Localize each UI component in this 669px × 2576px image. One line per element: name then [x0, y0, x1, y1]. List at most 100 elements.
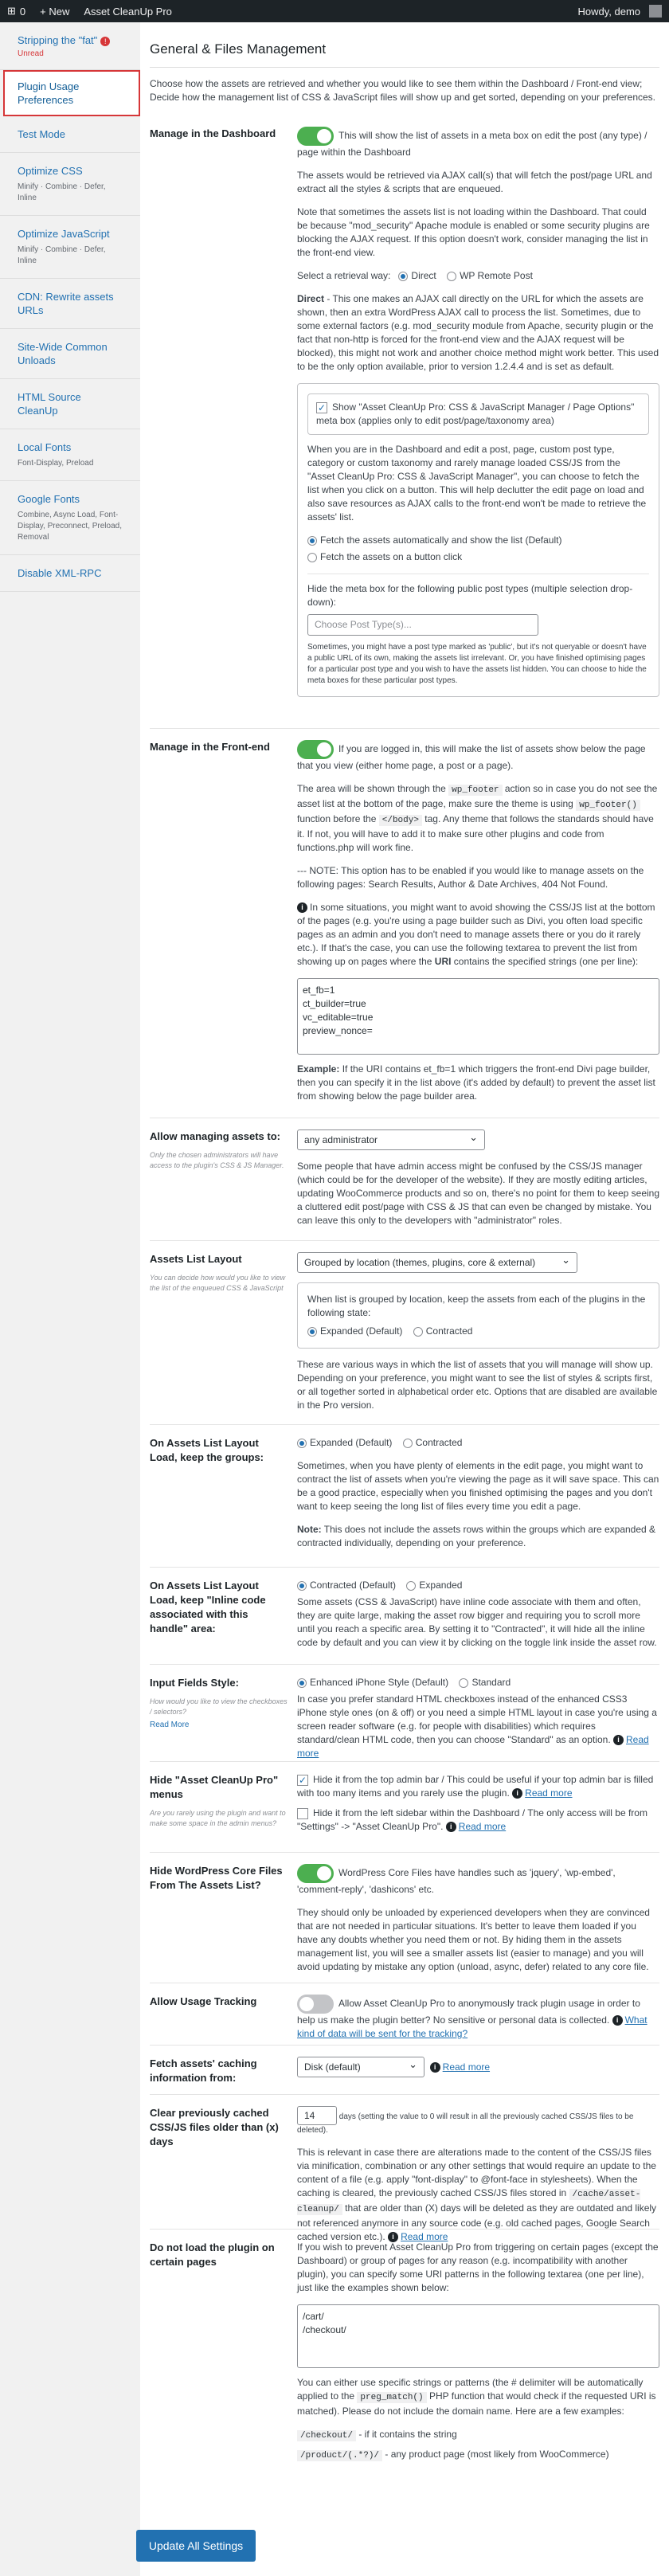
row-desc: How would you like to view the checkboxe…	[150, 1697, 288, 1716]
admin-bar-comments[interactable]: ⊞ 0	[0, 0, 33, 22]
sidebar-item-label: Optimize JavaScript	[18, 228, 110, 240]
sidebar-item-cdn[interactable]: CDN: Rewrite assets URLs	[0, 279, 140, 329]
code-wp-footer: wp_footer	[448, 785, 503, 796]
sidebar-item-xml-rpc[interactable]: Disable XML-RPC	[0, 555, 140, 592]
row-label: On Assets List Layout Load, keep "Inline…	[150, 1580, 266, 1634]
page-title: General & Files Management	[150, 41, 659, 68]
checkbox-label: Hide it from the top admin bar / This co…	[297, 1774, 654, 1799]
frontend-exclude-textarea[interactable]: et_fb=1 ct_builder=true vc_editable=true…	[297, 978, 659, 1055]
sidebar-item-stripping[interactable]: Stripping the "fat"! Unread	[0, 22, 140, 70]
groups-note: This does not include the assets rows wi…	[297, 1524, 656, 1548]
checkbox-label: Show "Asset CleanUp Pro: CSS & JavaScrip…	[316, 401, 635, 426]
row-hide-menus: Hide "Asset CleanUp Pro" menus Are you ra…	[150, 1762, 659, 1853]
toggle-text: If you are logged in, this will make the…	[297, 743, 646, 771]
sidebar-item-label: Optimize CSS	[18, 165, 83, 177]
radio-label: Contracted (Default)	[310, 1580, 397, 1591]
radio-layout-contracted[interactable]	[413, 1326, 423, 1337]
caching-select[interactable]: Disk (default)	[297, 2055, 424, 2077]
tracking-toggle[interactable]	[297, 1995, 334, 2014]
clear-days-input[interactable]: 14	[297, 2106, 337, 2125]
sidebar-item-label: Site-Wide Common Unloads	[18, 341, 108, 366]
example-code: /product/(.*?)/	[297, 2450, 383, 2461]
radio-fetch-auto[interactable]	[307, 535, 317, 546]
code-body: </body>	[378, 815, 422, 826]
code-wp-footer-func: wp_footer()	[576, 800, 640, 811]
read-more-link[interactable]: Read More	[150, 1721, 289, 1729]
admin-bar: ⊞ 0 + New Asset CleanUp Pro Howdy, demo	[0, 0, 669, 22]
example-text: If the URI contains et_fb=1 which trigge…	[297, 1063, 655, 1102]
hide-label: Hide the meta box for the following publ…	[307, 583, 633, 608]
sidebar-item-label: Stripping the "fat"	[18, 34, 98, 46]
read-more-link[interactable]: Read more	[443, 2061, 490, 2073]
sidebar-item-site-wide[interactable]: Site-Wide Common Unloads	[0, 329, 140, 379]
alert-badge: !	[100, 36, 111, 46]
admin-bar-new[interactable]: + New	[33, 0, 76, 22]
groups-text: Sometimes, when you have plenty of eleme…	[297, 1460, 659, 1512]
row-input-fields: Input Fields Style: How would you like to…	[150, 1665, 659, 1762]
radio-label: Contracted	[425, 1325, 473, 1337]
sidebar-item-local-fonts[interactable]: Local Fonts Font-Display, Preload	[0, 429, 140, 481]
box-text: When list is grouped by location, keep t…	[307, 1294, 646, 1318]
hide-topbar-checkbox[interactable]: ✓	[297, 1774, 308, 1786]
info-text: contains the specified strings (one per …	[451, 956, 639, 967]
layout-select[interactable]: Grouped by location (themes, plugins, co…	[297, 1251, 577, 1273]
allow-managing-select[interactable]: any administrator	[297, 1128, 485, 1150]
wp-logo-icon: ⊞	[7, 5, 16, 17]
radio-label: Fetch the assets on a button click	[320, 551, 463, 562]
sidebar-item-html-cleanup[interactable]: HTML Source CleanUp	[0, 379, 140, 429]
sidebar-item-plugin-usage[interactable]: Plugin Usage Preferences	[3, 70, 140, 116]
no-load-textarea[interactable]: /cart/ /checkout/	[297, 2304, 659, 2368]
radio-fetch-button[interactable]	[307, 552, 317, 562]
metabox-options-box: ✓ Show "Asset CleanUp Pro: CSS & JavaScri…	[297, 383, 659, 697]
row-manage-frontend: Manage in the Front-end If you are logge…	[150, 729, 659, 1118]
metabox-checkbox[interactable]: ✓	[316, 401, 327, 413]
admin-bar-account[interactable]: Howdy, demo	[570, 0, 669, 22]
layout-group-box: When list is grouped by location, keep t…	[297, 1282, 659, 1349]
toggle-text: Allow Asset CleanUp Pro to anonymously t…	[297, 1998, 640, 2026]
radio-direct[interactable]	[398, 271, 409, 281]
radio-groups-expanded[interactable]	[297, 1438, 307, 1448]
row-desc: Only the chosen administrators will have…	[150, 1151, 284, 1169]
sidebar-item-google-fonts[interactable]: Google Fonts Combine, Async Load, Font-Di…	[0, 481, 140, 555]
radio-standard[interactable]	[459, 1678, 469, 1688]
core-files-toggle[interactable]	[297, 1864, 334, 1883]
no-load-text: If you wish to prevent Asset CleanUp Pro…	[297, 2241, 659, 2293]
read-more-link[interactable]: Read more	[459, 1821, 506, 1832]
admin-bar-plugin[interactable]: Asset CleanUp Pro	[76, 0, 179, 22]
frontend-toggle[interactable]	[297, 740, 334, 759]
layout-after-text: These are various ways in which the list…	[297, 1359, 658, 1411]
avatar	[649, 5, 662, 18]
info-icon: i	[445, 1822, 456, 1833]
row-core-files: Hide WordPress Core Files From The Asset…	[150, 1853, 659, 1983]
row-caching-info: Fetch assets' caching information from: …	[150, 2046, 659, 2095]
main-content: General & Files Management Choose how th…	[140, 22, 669, 2576]
radio-label: Expanded (Default)	[320, 1325, 403, 1337]
radio-inline-expanded[interactable]	[406, 1580, 417, 1591]
row-label: Do not load the plugin on certain pages	[150, 2241, 275, 2268]
info-icon: i	[297, 902, 307, 914]
sidebar-item-optimize-css[interactable]: Optimize CSS Minify · Combine · Defer, In…	[0, 153, 140, 216]
row-assets-layout: Assets List Layout You can decide how wou…	[150, 1241, 659, 1425]
example-desc: - if it contains the string	[356, 2429, 457, 2440]
row-allow-managing: Allow managing assets to: Only the chosen…	[150, 1118, 659, 1241]
radio-remote-post[interactable]	[447, 271, 457, 281]
sidebar-item-sub: Combine, Async Load, Font-Display, Preco…	[18, 511, 122, 542]
dashboard-p1: The assets would be retrieved via AJAX c…	[297, 170, 652, 194]
core-files-text: They should only be unloaded by experien…	[297, 1907, 650, 1972]
post-type-select[interactable]: Choose Post Type(s)...	[307, 614, 538, 636]
radio-enhanced[interactable]	[297, 1678, 307, 1688]
update-settings-button[interactable]: Update All Settings	[136, 2530, 256, 2562]
radio-inline-contracted[interactable]	[297, 1580, 307, 1591]
hide-sidebar-checkbox[interactable]	[297, 1807, 308, 1819]
sidebar-item-optimize-js[interactable]: Optimize JavaScript Minify · Combine · De…	[0, 216, 140, 279]
read-more-link[interactable]: Read more	[525, 1787, 572, 1799]
radio-groups-contracted[interactable]	[402, 1438, 413, 1448]
sidebar-item-test-mode[interactable]: Test Mode	[0, 116, 140, 153]
direct-desc: - This one makes an AJAX call directly o…	[297, 293, 659, 372]
days-note: days (setting the value to 0 will result…	[297, 2112, 634, 2135]
dashboard-toggle[interactable]	[297, 127, 334, 146]
code-preg-match: preg_match()	[357, 2392, 427, 2403]
metabox-desc: When you are in the Dashboard and edit a…	[307, 444, 647, 523]
sidebar-item-sub: Font-Display, Preload	[18, 459, 94, 468]
radio-layout-expanded[interactable]	[307, 1326, 317, 1337]
